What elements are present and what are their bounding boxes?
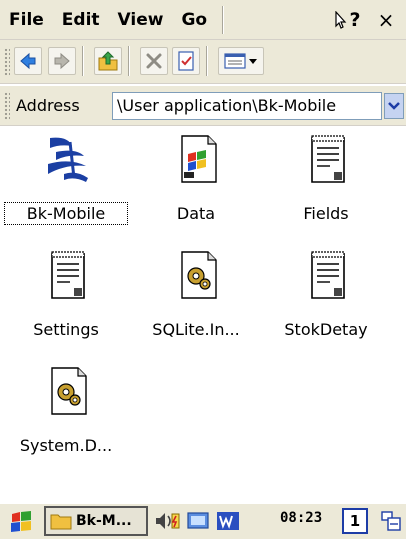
cursor-icon [335, 11, 347, 29]
menu-view-label: View [117, 9, 164, 30]
delete-button[interactable] [140, 47, 168, 75]
properties-icon [178, 51, 194, 71]
keyboard-icon[interactable] [380, 510, 402, 532]
text-document-icon [311, 135, 345, 183]
menu-file-label: File [9, 9, 44, 30]
back-icon [20, 52, 36, 70]
network-icon[interactable] [186, 510, 212, 532]
menu-separator [222, 5, 225, 34]
gear-document-icon [181, 251, 217, 299]
text-document-icon [51, 251, 85, 299]
address-label: Address [16, 96, 80, 115]
menu-go[interactable]: Go [172, 6, 216, 34]
toolbar-separator [206, 46, 208, 76]
file-label: System.D... [19, 436, 113, 455]
menu-edit[interactable]: Edit [53, 6, 109, 34]
taskbar: Bk-M... 08:23 1 [0, 503, 406, 539]
folder-icon [50, 514, 72, 530]
toolbar-separator [82, 46, 84, 76]
file-list: Bk-Mobile Data Fields Settings SQLite.In… [0, 126, 406, 500]
address-grip[interactable] [4, 92, 10, 120]
up-folder-button[interactable] [94, 47, 122, 75]
clock[interactable]: 08:23 [280, 510, 322, 526]
file-label: SQLite.In... [152, 320, 240, 339]
address-dropdown-button[interactable] [384, 93, 404, 119]
toolbar [0, 40, 406, 84]
file-label: Bk-Mobile [4, 202, 128, 225]
toolbar-separator [128, 46, 130, 76]
app-logo-icon [48, 137, 88, 182]
forward-icon [54, 52, 70, 70]
file-label: Fields [303, 204, 349, 223]
toolbar-grip[interactable] [4, 48, 10, 76]
input-mode-button[interactable]: 1 [342, 508, 368, 534]
windows-flag-icon [11, 511, 31, 532]
menu-file[interactable]: File [0, 6, 53, 34]
file-explorer-window: File Edit View Go ? × Address \User appl… [0, 0, 406, 539]
file-label: Settings [33, 320, 99, 339]
menu-view[interactable]: View [109, 6, 173, 34]
close-icon: × [377, 8, 395, 32]
view-menu-icon [224, 53, 257, 69]
menu-edit-label: Edit [61, 9, 100, 30]
file-label: StokDetay [284, 320, 368, 339]
start-button[interactable] [8, 510, 34, 534]
word-app-icon[interactable] [216, 510, 240, 532]
up-folder-icon [98, 51, 118, 71]
system-tray [154, 506, 240, 536]
chevron-down-icon [388, 102, 400, 110]
view-menu-button[interactable] [218, 47, 264, 75]
text-document-icon [311, 251, 345, 299]
address-bar: Address \User application\Bk-Mobile [0, 86, 406, 126]
task-button-bk-mobile[interactable]: Bk-M... [44, 506, 148, 536]
help-label: ? [349, 9, 361, 31]
file-label: Data [176, 204, 216, 223]
address-input[interactable]: \User application\Bk-Mobile [112, 92, 382, 120]
help-button[interactable]: ? [330, 4, 366, 36]
input-mode-label: 1 [349, 512, 361, 530]
forward-button[interactable] [48, 47, 76, 75]
gear-document-icon [51, 367, 87, 415]
task-button-label: Bk-M... [76, 513, 132, 529]
menu-go-label: Go [181, 9, 208, 30]
volume-icon[interactable] [154, 510, 182, 532]
properties-button[interactable] [172, 47, 200, 75]
close-button[interactable]: × [368, 4, 404, 36]
delete-icon [146, 53, 162, 69]
back-button[interactable] [14, 47, 42, 75]
windows-flag-doc-icon [181, 135, 217, 183]
